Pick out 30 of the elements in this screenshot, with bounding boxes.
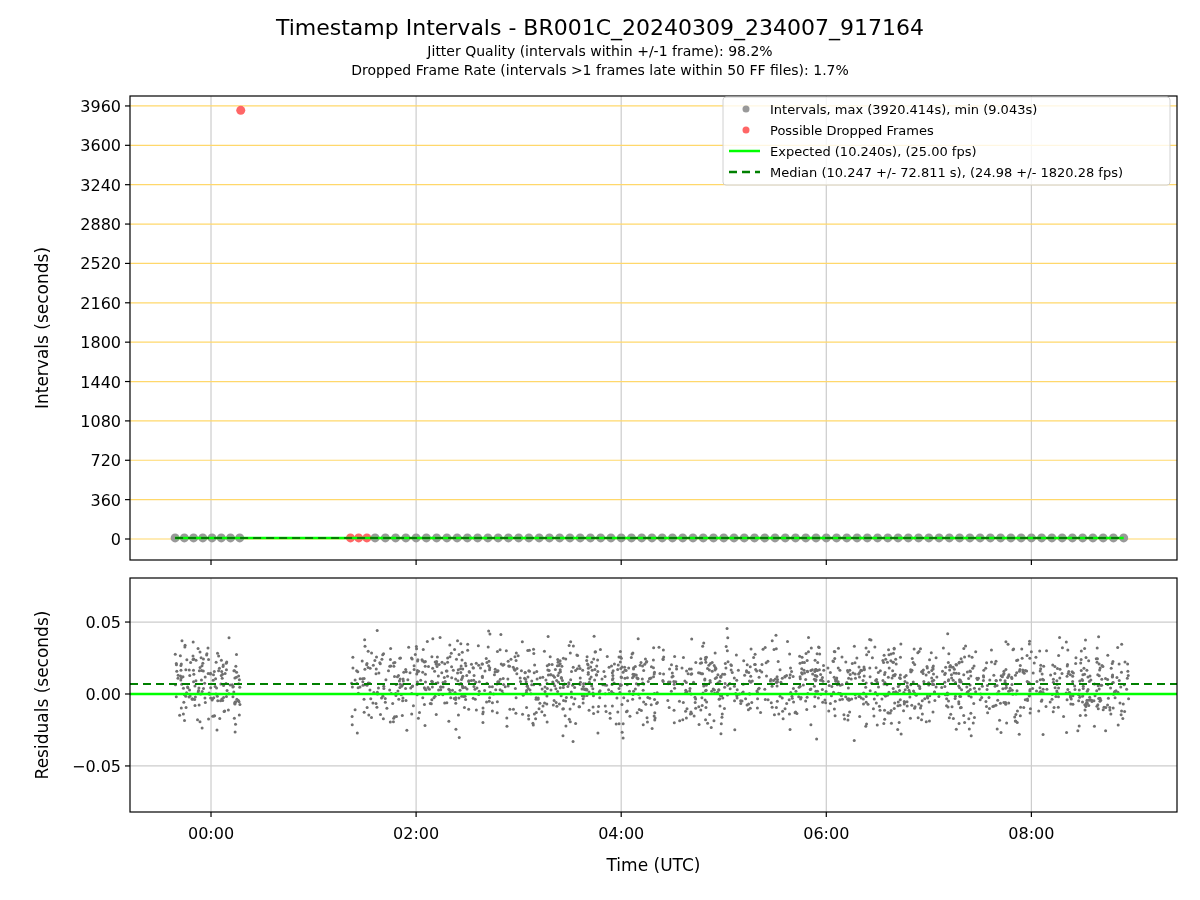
- y-tick-label: 0: [110, 530, 121, 549]
- legend-label: Intervals, max (3920.414s), min (9.043s): [770, 101, 1038, 117]
- x-tick-label: 08:00: [1008, 824, 1055, 843]
- y-tick-label: 1440: [80, 372, 121, 392]
- y-tick-label: 3600: [80, 136, 121, 156]
- y-tick-label: −0.05: [71, 756, 121, 776]
- y-tick-label: 3960: [80, 96, 121, 116]
- y-tick-label: 0.00: [85, 685, 121, 704]
- y-tick-label: 720: [90, 451, 121, 471]
- y-tick-label: 1800: [80, 333, 121, 353]
- y-tick-label: 0.05: [85, 613, 121, 633]
- legend-label: Expected (10.240s), (25.00 fps): [770, 143, 977, 159]
- y-tick-label: 360: [90, 490, 121, 510]
- y-tick-label: 2520: [80, 254, 121, 274]
- legend-label: Median (10.247 +/- 72.811 s), (24.98 +/- 1820.28 fps): [770, 164, 1123, 180]
- y-axis-label: Intervals (seconds): [32, 246, 52, 410]
- y-tick-label: 1080: [80, 411, 121, 431]
- x-axis-label: Time (UTC): [606, 855, 701, 875]
- x-tick-label: 04:00: [598, 824, 645, 843]
- x-tick-label: 00:00: [187, 824, 235, 843]
- figure-subtitle: Jitter Quality (intervals within +/-1 frame): 98.2%: [427, 42, 773, 61]
- y-axis-label: Residuals (seconds): [32, 610, 52, 780]
- figure-subtitle: Dropped Frame Rate (intervals >1 frames late within 50 FF files): 1.7%: [351, 61, 849, 80]
- legend-label: Possible Dropped Frames: [770, 122, 934, 138]
- x-tick-label: 02:00: [393, 824, 440, 843]
- figure-title: Timestamp Intervals - BR001C_20240309_234007_917164: [275, 14, 925, 42]
- x-tick-label: 06:00: [803, 824, 850, 843]
- y-tick-label: 2160: [80, 293, 121, 313]
- y-tick-label: 3240: [80, 175, 121, 195]
- y-tick-label: 2880: [80, 215, 121, 235]
